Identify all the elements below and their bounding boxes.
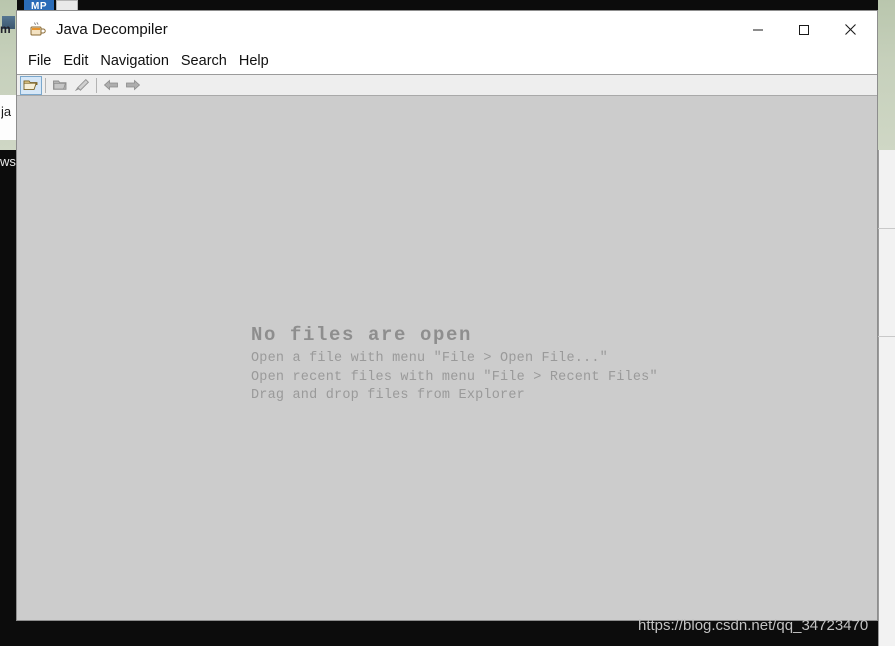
maximize-button[interactable] (781, 12, 827, 48)
background-text-fragment-ja: ja (1, 104, 12, 119)
empty-state-hint-recent-files: Open recent files with menu ʺFile > Rece… (251, 369, 658, 385)
background-panel-divider-2 (878, 336, 895, 337)
desktop-text-fragment-top: m (0, 22, 11, 36)
navigate-forward-button[interactable] (122, 76, 144, 95)
window-controls (735, 12, 873, 48)
toolbar-separator-2 (96, 77, 97, 93)
menu-item-help[interactable]: Help (239, 53, 276, 69)
clear-button[interactable] (71, 76, 93, 95)
navigate-back-button[interactable] (100, 76, 122, 95)
menu-bar: File Edit Navigation Search Help (17, 48, 877, 75)
java-decompiler-window: Java Decompiler File Edit Navigation Sea… (16, 10, 878, 621)
menu-item-edit[interactable]: Edit (63, 53, 95, 69)
java-coffee-cup-icon (27, 20, 47, 40)
background-window-right-panel (878, 150, 895, 646)
empty-state-title: No files are open (251, 324, 473, 346)
watermark-text: https://blog.csdn.net/qq_34723470 (638, 617, 869, 634)
background-panel-divider-1 (878, 228, 895, 229)
toolbar-separator-1 (45, 77, 46, 93)
menu-item-file[interactable]: File (28, 53, 58, 69)
open-type-button[interactable] (49, 76, 71, 95)
minimize-button[interactable] (735, 12, 781, 48)
background-text-fragment-ws: ws (0, 154, 16, 169)
toolbar (17, 75, 877, 96)
menu-item-navigation[interactable]: Navigation (100, 53, 176, 69)
title-bar[interactable]: Java Decompiler (17, 11, 877, 48)
window-title: Java Decompiler (56, 21, 168, 38)
empty-state-hint-open-file: Open a file with menu ʺFile > Open File.… (251, 351, 608, 366)
desktop-wallpaper-right (878, 0, 895, 150)
empty-state-message: No files are open Open a file with menu … (251, 324, 658, 406)
empty-state-hint-drag-drop: Drag and drop files from Explorer (251, 388, 525, 403)
open-file-button[interactable] (20, 75, 42, 95)
close-button[interactable] (827, 12, 873, 48)
editor-content-area[interactable]: No files are open Open a file with menu … (17, 96, 877, 620)
menu-item-search[interactable]: Search (181, 53, 234, 69)
